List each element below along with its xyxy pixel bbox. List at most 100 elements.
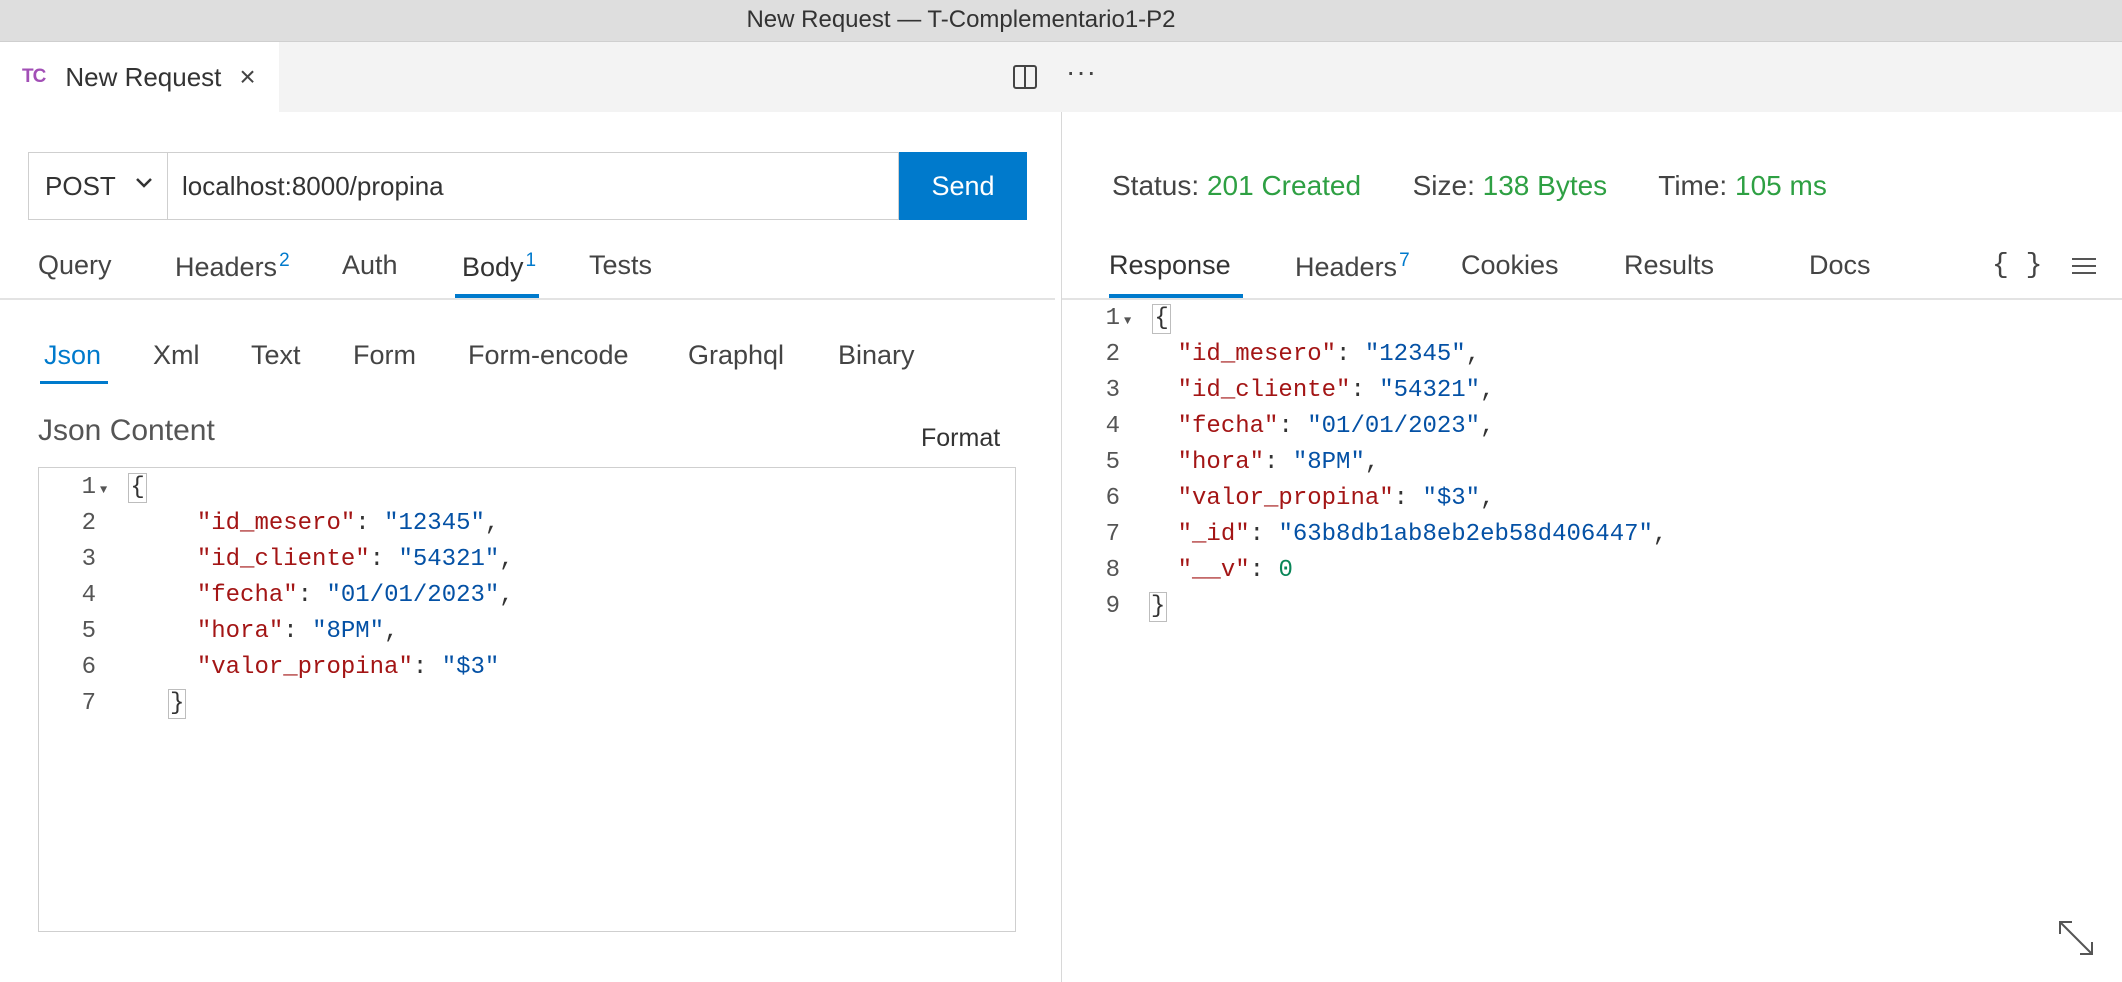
line-number: 2 (1105, 341, 1120, 368)
line-number: 7 (81, 690, 96, 717)
split-editor-icon[interactable] (1012, 64, 1038, 90)
code-line: 5 "hora": "8PM", (1062, 445, 1667, 481)
code-line: 4 "fecha": "01/01/2023", (1062, 409, 1667, 445)
line-number: 9 (1105, 593, 1120, 620)
body-tab-graphql[interactable]: Graphql (688, 340, 784, 371)
expand-icon[interactable] (2056, 918, 2096, 958)
tab-badge: 2 (279, 250, 290, 271)
json-key: "id_cliente" (1177, 377, 1351, 404)
body-tab-json[interactable]: Json (44, 340, 101, 371)
body-tab-xml[interactable]: Xml (153, 340, 200, 371)
json-key: "hora" (196, 618, 284, 645)
json-value: "01/01/2023" (1307, 413, 1481, 440)
tab-body[interactable]: Body 1 (462, 250, 536, 283)
tab-label: Cookies (1461, 250, 1559, 280)
line-number: 3 (81, 546, 96, 573)
size-label: Size: (1412, 170, 1475, 201)
json-separator: , (499, 546, 514, 573)
size-value: 138 Bytes (1482, 170, 1608, 201)
json-value: "12345" (384, 510, 485, 537)
tab-headers[interactable]: Headers 2 (175, 250, 290, 283)
time-label: Time: (1658, 170, 1728, 201)
tab-label: Body (462, 252, 524, 282)
json-body-code: 1 ▼ { 2 "id_mesero": "12345", 3 "id_clien… (39, 470, 514, 722)
tab-tests[interactable]: Tests (589, 250, 652, 281)
tab-query[interactable]: Query (38, 250, 112, 281)
json-body-editor[interactable]: 1 ▼ { 2 "id_mesero": "12345", 3 "id_clien… (38, 467, 1016, 932)
editor-tab-title: New Request (65, 61, 222, 92)
json-separator: , (484, 510, 500, 537)
method-select[interactable]: POST (28, 152, 168, 220)
more-actions-icon[interactable]: ··· (1066, 56, 1097, 88)
url-input[interactable]: localhost:8000/propina (168, 152, 899, 220)
open-brace: { (1152, 304, 1171, 334)
body-tab-binary[interactable]: Binary (838, 340, 915, 371)
window-title: New Request — T-Complementario1-P2 (746, 6, 1176, 33)
tab-results[interactable]: Results (1624, 250, 1714, 281)
code-line: 9 } (1062, 589, 1667, 625)
code-line: 2 "id_mesero": "12345", (39, 506, 514, 542)
body-type-tabs: Json Xml Text Form Form-encode Graphql B… (0, 330, 1055, 390)
json-value: 0 (1278, 557, 1293, 584)
code-line: 7 "_id": "63b8db1ab8eb2eb58d406447", (1062, 517, 1668, 553)
json-value: "8PM" (1292, 449, 1365, 476)
code-line: 5 "hora": "8PM", (39, 614, 514, 650)
code-line: 3 "id_cliente": "54321", (39, 542, 514, 578)
tab-response-headers[interactable]: Headers 7 (1295, 250, 1410, 283)
code-line: 6 "valor_propina": "$3" (39, 650, 514, 686)
body-tab-form-encode[interactable]: Form-encode (468, 340, 629, 371)
json-key: "id_mesero" (196, 510, 356, 537)
body-tab-form[interactable]: Form (353, 340, 416, 371)
json-key: "fecha" (1177, 413, 1279, 440)
json-value: "01/01/2023" (326, 582, 500, 609)
tab-label: Headers (175, 252, 278, 282)
active-body-tab-indicator (40, 381, 108, 384)
tab-docs[interactable]: Docs (1809, 250, 1871, 281)
json-separator: , (1364, 449, 1380, 476)
response-status-row: Status: 201 Created Size: 138 Bytes Time… (1112, 170, 1827, 202)
code-line: 3 "id_cliente": "54321", (1062, 373, 1667, 409)
active-response-tab-indicator (1109, 294, 1243, 298)
json-value: "$3" (441, 654, 500, 681)
json-value: "63b8db1ab8eb2eb58d406447" (1278, 521, 1653, 548)
line-number: 8 (1105, 557, 1120, 584)
tab-label: Tests (589, 250, 653, 280)
fold-arrow-icon[interactable]: ▼ (1124, 303, 1138, 339)
code-line: 2 "id_mesero": "12345", (1062, 337, 1667, 373)
tab-response[interactable]: Response (1109, 250, 1231, 281)
line-number: 2 (81, 510, 96, 537)
url-value: localhost:8000/propina (182, 170, 444, 201)
line-number: 1 (1105, 305, 1120, 332)
close-brace: } (1148, 592, 1168, 622)
thunder-client-icon: TC (22, 66, 46, 87)
line-number: 6 (1105, 485, 1120, 512)
close-brace: } (168, 689, 187, 719)
tab-label: Headers (1295, 252, 1398, 282)
line-number: 6 (81, 654, 96, 681)
request-bar: POST localhost:8000/propina Send (28, 152, 1027, 220)
tab-auth[interactable]: Auth (342, 250, 398, 281)
code-line: 6 "valor_propina": "$3", (1062, 481, 1667, 517)
line-number: 5 (1105, 449, 1120, 476)
tab-label: Response (1109, 250, 1231, 280)
close-icon[interactable]: × (239, 63, 255, 91)
body-tab-text[interactable]: Text (251, 340, 301, 371)
chevron-down-icon (136, 178, 152, 188)
active-tab-indicator (455, 294, 539, 298)
format-button[interactable]: Format (921, 424, 1000, 453)
status-value: 201 Created (1206, 170, 1362, 201)
send-button[interactable]: Send (899, 152, 1027, 220)
json-value: "8PM" (312, 618, 385, 645)
json-separator: , (384, 618, 399, 645)
json-key: "__v" (1177, 557, 1250, 584)
json-key: "valor_propina" (196, 654, 413, 681)
method-value: POST (45, 170, 116, 201)
lines-menu-icon[interactable] (2070, 256, 2098, 276)
line-number: 7 (1105, 521, 1120, 548)
json-value: "54321" (398, 546, 500, 573)
fold-arrow-icon[interactable]: ▼ (100, 472, 114, 508)
braces-icon[interactable]: { } (1992, 250, 2042, 281)
tab-cookies[interactable]: Cookies (1461, 250, 1559, 281)
editor-tab-new-request[interactable]: TC New Request × (0, 42, 279, 112)
json-separator: , (1465, 341, 1481, 368)
